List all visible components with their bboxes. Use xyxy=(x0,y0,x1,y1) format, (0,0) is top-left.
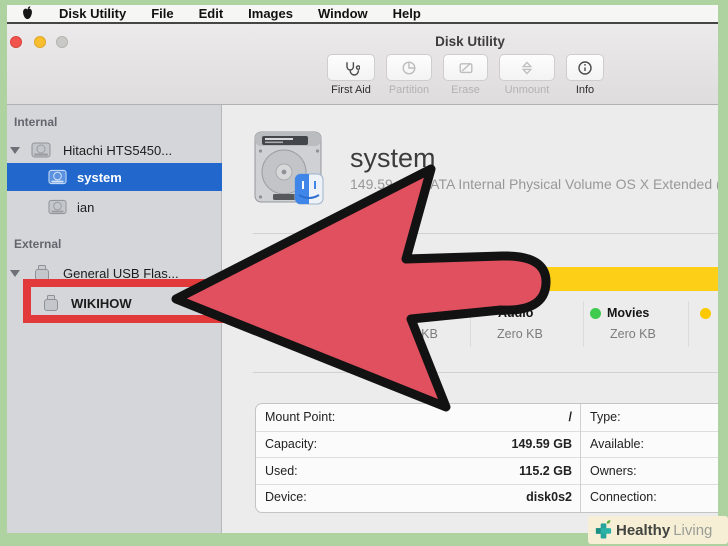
menu-item-help[interactable]: Help xyxy=(393,6,421,21)
healthy-living-watermark: Healthy Living xyxy=(588,516,728,544)
info-button[interactable]: Info xyxy=(566,54,604,96)
sidebar: Internal Hitachi HTS5450... system ian E… xyxy=(7,105,233,533)
detail-row: Used: 115.2 GB xyxy=(256,457,580,484)
main-content: system 149.59 GB SATA Internal Physical … xyxy=(222,105,718,533)
close-window-button[interactable] xyxy=(10,36,22,48)
internal-drive-icon xyxy=(31,142,51,158)
minimize-window-button[interactable] xyxy=(34,36,46,48)
first-aid-button[interactable]: First Aid xyxy=(327,54,375,96)
sidebar-item-label: system xyxy=(77,169,122,185)
toolbar: First Aid Partition Erase Unmount Info xyxy=(327,54,604,96)
disk-utility-window: Disk Utility First Aid Partition Erase U… xyxy=(7,24,718,533)
legend-label: Audio xyxy=(498,306,534,320)
detail-row: Capacity: 149.59 GB xyxy=(256,430,580,458)
sidebar-item-ian-volume[interactable]: ian xyxy=(7,195,222,219)
legend-value: Zero KB xyxy=(610,327,656,341)
detail-row: Owners: xyxy=(581,457,718,484)
partition-button[interactable]: Partition xyxy=(386,54,432,96)
volume-title: system xyxy=(350,143,436,173)
disclosure-triangle-icon[interactable] xyxy=(10,147,20,154)
volume-icon xyxy=(48,199,67,215)
annotation-highlight-box xyxy=(23,279,233,323)
legend-value: Zero KB xyxy=(392,327,438,341)
sidebar-section-internal: Internal xyxy=(14,115,58,129)
detail-row: Mount Point: / xyxy=(265,410,572,425)
sidebar-item-system-volume[interactable]: system xyxy=(7,163,222,191)
window-title: Disk Utility xyxy=(435,34,505,49)
usage-bar-segment-other xyxy=(522,267,718,291)
sidebar-item-label: Hitachi HTS5450... xyxy=(63,142,173,158)
sidebar-item-label: ian xyxy=(77,199,95,215)
unmount-button[interactable]: Unmount xyxy=(499,54,555,96)
divider xyxy=(253,233,718,234)
title-bar: Disk Utility First Aid Partition Erase U… xyxy=(7,24,718,105)
hard-drive-icon xyxy=(254,131,324,205)
finder-badge-icon xyxy=(294,173,324,205)
menu-bar: Disk Utility File Edit Images Window Hel… xyxy=(7,5,718,24)
erase-button[interactable]: Erase xyxy=(443,54,488,96)
unmount-eject-icon xyxy=(521,60,533,75)
menu-item-images[interactable]: Images xyxy=(248,6,293,21)
volume-details-table: Mount Point: / Capacity: 149.59 GB Used:… xyxy=(255,403,718,513)
menu-item-edit[interactable]: Edit xyxy=(199,6,224,21)
partition-pie-icon xyxy=(402,60,416,75)
menu-item-window[interactable]: Window xyxy=(318,6,368,21)
menu-item-app[interactable]: Disk Utility xyxy=(59,6,126,21)
legend-dot xyxy=(374,308,385,319)
detail-row: Connection: xyxy=(581,483,718,511)
divider xyxy=(253,372,718,373)
legend-dot xyxy=(482,308,493,319)
info-icon xyxy=(578,60,592,75)
legend-separator xyxy=(688,301,689,347)
legend-separator xyxy=(583,301,584,347)
sidebar-section-external: External xyxy=(14,237,62,251)
volume-icon xyxy=(48,169,67,185)
legend-separator xyxy=(470,301,471,347)
legend-dot xyxy=(590,308,601,319)
legend-dot xyxy=(700,308,711,319)
detail-row: Type: xyxy=(590,410,621,425)
stethoscope-icon xyxy=(346,61,360,76)
legend-value: Zero KB xyxy=(497,327,543,341)
sidebar-item-hitachi-disk[interactable]: Hitachi HTS5450... xyxy=(7,138,222,162)
legend-label: Movies xyxy=(607,306,650,320)
apple-menu-icon[interactable] xyxy=(21,6,34,21)
erase-icon xyxy=(459,62,473,73)
plus-leaf-logo-icon xyxy=(595,520,612,539)
screenshot-frame: Disk Utility File Edit Images Window Hel… xyxy=(0,0,728,546)
zoom-window-button[interactable] xyxy=(56,36,68,48)
detail-row: Device: disk0s2 xyxy=(256,483,580,511)
disclosure-triangle-icon[interactable] xyxy=(10,270,20,277)
menu-item-file[interactable]: File xyxy=(151,6,173,21)
detail-row: Available: xyxy=(581,430,718,458)
volume-subtitle: 149.59 GB SATA Internal Physical Volume … xyxy=(350,176,718,192)
